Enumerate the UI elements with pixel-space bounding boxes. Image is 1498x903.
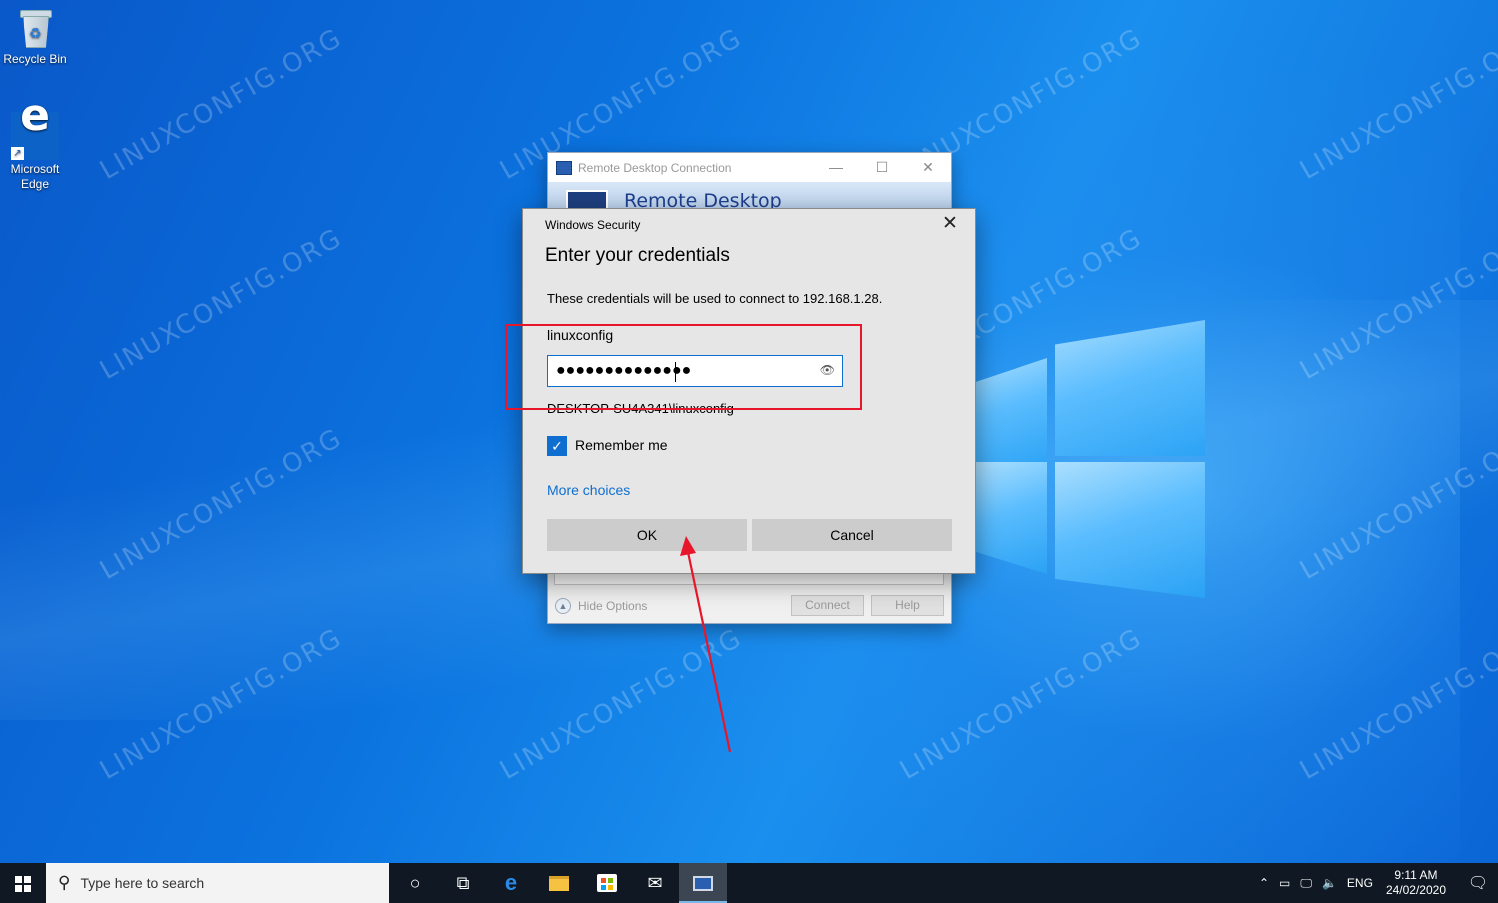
watermark: LINUXCONFIG.ORG — [495, 622, 748, 786]
watermark: LINUXCONFIG.ORG — [1295, 22, 1498, 186]
task-view-icon[interactable]: ⧉ — [439, 863, 487, 903]
windows-logo-wallpaper — [975, 320, 1205, 600]
password-value: ●●●●●●●●●●●●●● — [556, 362, 692, 379]
search-placeholder: Type here to search — [80, 875, 205, 891]
cancel-button[interactable]: Cancel — [752, 519, 952, 551]
password-field[interactable]: ●●●●●●●●●●●●●● 👁 — [547, 355, 843, 387]
language-indicator[interactable]: ENG — [1347, 876, 1373, 890]
close-icon[interactable]: ✕ — [939, 213, 961, 235]
clock[interactable]: 9:11 AM 24/02/2020 — [1386, 868, 1446, 898]
text-caret — [675, 362, 676, 382]
watermark: LINUXCONFIG.ORG — [95, 622, 348, 786]
watermark: LINUXCONFIG.ORG — [895, 622, 1148, 786]
start-button[interactable] — [0, 863, 46, 903]
display-icon[interactable]: 🖵 — [1300, 876, 1312, 891]
watermark: LINUXCONFIG.ORG — [95, 22, 348, 186]
desktop-icon-label: Microsoft Edge — [10, 162, 60, 191]
taskbar-search-box[interactable]: ⚲ Type here to search — [46, 863, 389, 903]
maximize-icon[interactable]: ☐ — [859, 153, 905, 182]
clock-time: 9:11 AM — [1394, 868, 1438, 882]
dialog-description: These credentials will be used to connec… — [547, 291, 883, 306]
cortana-icon[interactable]: ○ — [391, 863, 439, 903]
edge-icon[interactable]: e — [487, 863, 535, 903]
more-choices-link[interactable]: More choices — [547, 482, 630, 498]
watermark: LINUXCONFIG.ORG — [1295, 622, 1498, 786]
rdp-banner-title: Remote Desktop — [624, 190, 782, 208]
remember-me-label[interactable]: Remember me — [575, 437, 668, 453]
rdp-titlebar[interactable]: Remote Desktop Connection — ☐ ✕ — [548, 153, 951, 182]
volume-icon[interactable]: 🔈 — [1322, 876, 1337, 890]
remote-desktop-icon[interactable] — [679, 863, 727, 903]
rdp-window-title: Remote Desktop Connection — [578, 160, 732, 175]
search-icon: ⚲ — [58, 873, 71, 892]
rdp-banner: Remote Desktop — [548, 182, 951, 208]
hide-options-label: Hide Options — [578, 599, 648, 613]
desktop-icon-recycle-bin[interactable]: ♻ Recycle Bin — [0, 8, 70, 67]
monitor-icon — [566, 190, 608, 208]
watermark: LINUXCONFIG.ORG — [1295, 222, 1498, 386]
watermark: LINUXCONFIG.ORG — [95, 222, 348, 386]
watermark: LINUXCONFIG.ORG — [1295, 422, 1498, 586]
dialog-heading: Enter your credentials — [545, 245, 730, 266]
recycle-bin-icon: ♻ — [18, 8, 52, 50]
close-icon[interactable]: ✕ — [905, 153, 951, 182]
taskbar: ⚲ Type here to search ○ ⧉ e ✉ ⌃ ▭ 🖵 🔈 EN… — [0, 863, 1498, 903]
remember-me-checkbox[interactable]: ✓ — [547, 436, 567, 456]
notification-icon[interactable]: 🗨 — [1458, 873, 1498, 893]
edge-icon: e ↗ — [11, 94, 59, 160]
system-tray: ⌃ ▭ 🖵 🔈 ENG 9:11 AM 24/02/2020 🗨 — [1254, 863, 1498, 903]
username-label: linuxconfig — [547, 327, 614, 343]
chevron-up-icon[interactable]: ⌃ — [1259, 876, 1269, 890]
help-button[interactable]: Help — [871, 595, 944, 616]
desktop-icon-label: Recycle Bin — [3, 52, 67, 66]
rdp-app-icon — [556, 160, 572, 175]
chevron-up-icon: ▲ — [555, 598, 571, 614]
domain-user-label: DESKTOP-SU4A341\linuxconfig — [547, 401, 734, 416]
network-icon[interactable]: ▭ — [1279, 876, 1290, 890]
minimize-icon[interactable]: — — [813, 153, 859, 182]
dialog-caption: Windows Security — [545, 218, 641, 232]
clock-date: 24/02/2020 — [1385, 883, 1446, 897]
windows-security-dialog: Windows Security ✕ Enter your credential… — [522, 208, 976, 574]
reveal-password-icon[interactable]: 👁 — [820, 363, 835, 377]
hide-options-button[interactable]: ▲ Hide Options — [555, 598, 647, 614]
watermark: LINUXCONFIG.ORG — [95, 422, 348, 586]
file-explorer-icon[interactable] — [535, 863, 583, 903]
ok-button[interactable]: OK — [547, 519, 747, 551]
desktop-icon-edge[interactable]: e ↗ Microsoft Edge — [0, 94, 70, 192]
store-icon[interactable] — [583, 863, 631, 903]
windows-icon — [15, 876, 31, 892]
connect-button[interactable]: Connect — [791, 595, 864, 616]
mail-icon[interactable]: ✉ — [631, 863, 679, 903]
